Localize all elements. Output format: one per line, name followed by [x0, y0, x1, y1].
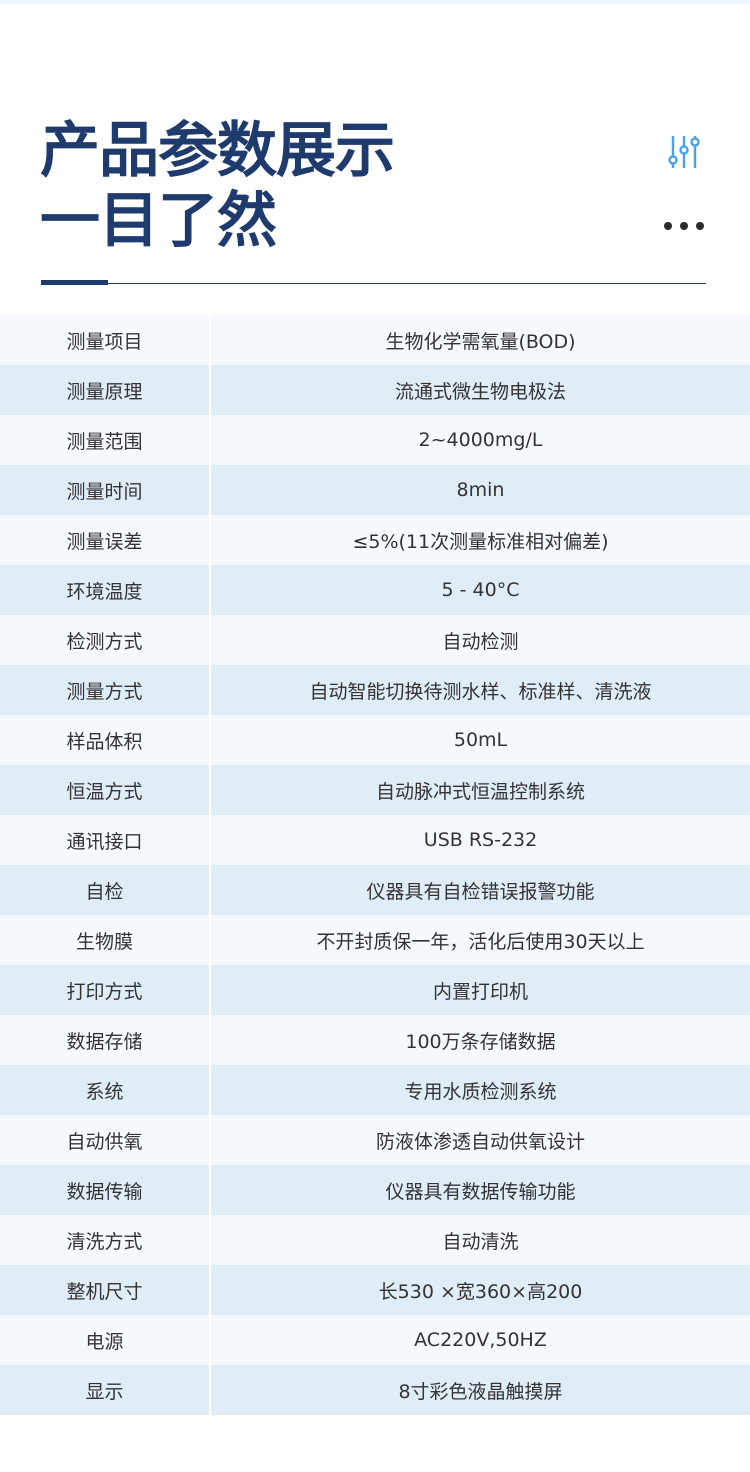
spec-label: 电源 — [0, 1315, 211, 1365]
page-subtitle: 一目了然 — [40, 186, 277, 256]
more-dots-icon — [664, 222, 704, 230]
spec-label: 环境温度 — [0, 565, 211, 615]
spec-value: 自动清洗 — [442, 1230, 519, 1253]
spec-label: 自检 — [0, 865, 211, 915]
spec-row: 自检 仪器具有自检错误报警功能 — [0, 865, 750, 915]
spec-label: 测量方式 — [0, 665, 211, 715]
spec-value: 50mL — [453, 729, 508, 751]
spec-row: 打印方式 内置打印机 — [0, 965, 750, 1015]
spec-label: 生物膜 — [0, 915, 211, 965]
spec-row: 测量误差 ≤5%(11次测量标准相对偏差) — [0, 515, 750, 565]
spec-label: 样品体积 — [0, 715, 211, 765]
spec-label: 清洗方式 — [0, 1215, 211, 1265]
spec-value: 生物化学需氧量(BOD) — [385, 330, 576, 353]
spec-row: 样品体积 50mL — [0, 715, 750, 765]
spec-row: 清洗方式 自动清洗 — [0, 1215, 750, 1265]
spec-value: 100万条存储数据 — [405, 1030, 556, 1053]
spec-value: USB RS-232 — [423, 829, 538, 851]
spec-value: 自动检测 — [442, 630, 519, 653]
spec-value: 流通式微生物电极法 — [394, 380, 566, 403]
spec-value: 2~4000mg/L — [418, 429, 543, 451]
spec-row: 测量项目 生物化学需氧量(BOD) — [0, 315, 750, 365]
spec-label: 测量误差 — [0, 515, 211, 565]
spec-row: 环境温度 5 - 40°C — [0, 565, 750, 615]
spec-label: 测量原理 — [0, 365, 211, 415]
sliders-icon — [668, 136, 700, 168]
spec-label: 打印方式 — [0, 965, 211, 1015]
spec-row: 数据存储 100万条存储数据 — [0, 1015, 750, 1065]
spec-label: 整机尺寸 — [0, 1265, 211, 1315]
spec-label: 显示 — [0, 1365, 211, 1415]
spec-value: 仪器具有自检错误报警功能 — [366, 880, 595, 903]
spec-value: 自动智能切换待测水样、标准样、清洗液 — [309, 680, 652, 703]
spec-value: 内置打印机 — [432, 980, 528, 1003]
divider-accent — [41, 280, 108, 285]
spec-label: 数据存储 — [0, 1015, 211, 1065]
spec-value: 长530 ×宽360×高200 — [378, 1280, 583, 1303]
spec-label: 自动供氧 — [0, 1115, 211, 1165]
spec-row: 显示 8寸彩色液晶触摸屏 — [0, 1365, 750, 1415]
spec-row: 系统 专用水质检测系统 — [0, 1065, 750, 1115]
spec-row: 生物膜 不开封质保一年，活化后使用30天以上 — [0, 915, 750, 965]
spec-value: 防液体渗透自动供氧设计 — [375, 1130, 585, 1153]
top-strip — [0, 0, 750, 4]
spec-label: 测量范围 — [0, 415, 211, 465]
spec-row: 检测方式 自动检测 — [0, 615, 750, 665]
spec-row: 测量原理 流通式微生物电极法 — [0, 365, 750, 415]
spec-value: 自动脉冲式恒温控制系统 — [375, 780, 585, 803]
spec-row: 测量范围 2~4000mg/L — [0, 415, 750, 465]
spec-value: 不开封质保一年，活化后使用30天以上 — [316, 930, 645, 953]
page-title: 产品参数展示 — [40, 116, 395, 186]
spec-label: 数据传输 — [0, 1165, 211, 1215]
spec-value: AC220V,50HZ — [414, 1329, 547, 1351]
spec-row: 测量时间 8min — [0, 465, 750, 515]
spec-label: 检测方式 — [0, 615, 211, 665]
spec-label: 测量项目 — [0, 315, 211, 365]
spec-value: 8min — [456, 479, 505, 501]
spec-value: 专用水质检测系统 — [404, 1080, 557, 1103]
spec-value: 仪器具有数据传输功能 — [385, 1180, 576, 1203]
spec-row: 通讯接口 USB RS-232 — [0, 815, 750, 865]
spec-row: 恒温方式 自动脉冲式恒温控制系统 — [0, 765, 750, 815]
spec-label: 测量时间 — [0, 465, 211, 515]
spec-value: 8寸彩色液晶触摸屏 — [398, 1380, 563, 1403]
divider — [41, 283, 706, 284]
spec-row: 数据传输 仪器具有数据传输功能 — [0, 1165, 750, 1215]
spec-value: 5 - 40°C — [441, 579, 520, 601]
spec-label: 系统 — [0, 1065, 211, 1115]
spec-table: 测量项目 生物化学需氧量(BOD) 测量原理 流通式微生物电极法测量范围 2~4000m… — [0, 315, 750, 1415]
spec-row: 测量方式 自动智能切换待测水样、标准样、清洗液 — [0, 665, 750, 715]
spec-row: 电源 AC220V,50HZ — [0, 1315, 750, 1365]
spec-label: 恒温方式 — [0, 765, 211, 815]
spec-row: 整机尺寸 长530 ×宽360×高200 — [0, 1265, 750, 1315]
spec-value: ≤5%(11次测量标准相对偏差) — [352, 530, 609, 553]
spec-row: 自动供氧 防液体渗透自动供氧设计 — [0, 1115, 750, 1165]
spec-label: 通讯接口 — [0, 815, 211, 865]
